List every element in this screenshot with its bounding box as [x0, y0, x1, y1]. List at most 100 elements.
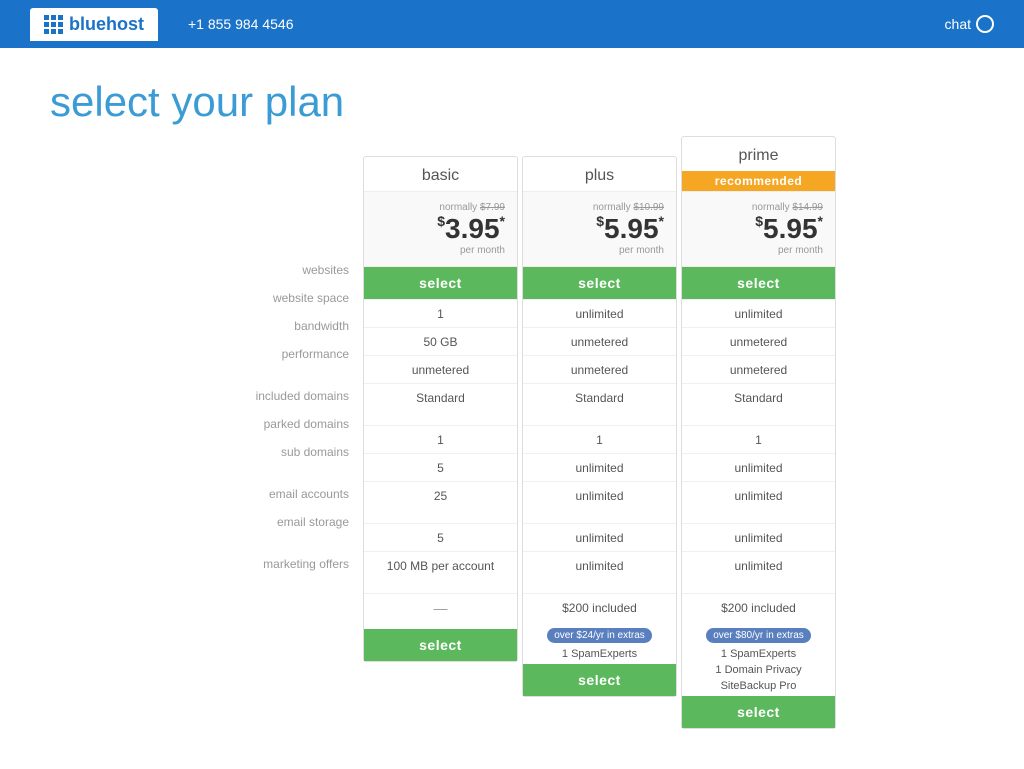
- basic-included-domains: 1: [364, 425, 517, 453]
- logo-grid-icon: [44, 15, 63, 34]
- plan-basic-name: basic: [364, 157, 517, 191]
- plus-spacer1: [523, 411, 676, 425]
- prime-spam-experts: 1 SpamExperts: [688, 646, 829, 662]
- plus-bandwidth: unmetered: [523, 355, 676, 383]
- plan-prime-features: unlimited unmetered unmetered Standard 1…: [682, 299, 835, 621]
- plan-prime-normally: normally $14.99: [694, 202, 823, 213]
- basic-spacer3: [364, 579, 517, 593]
- basic-spacer1: [364, 411, 517, 425]
- label-email-storage: email storage: [186, 508, 361, 536]
- prime-domain-privacy: 1 Domain Privacy: [688, 662, 829, 678]
- prime-spacer2: [682, 509, 835, 523]
- plus-sub-domains: unlimited: [523, 481, 676, 509]
- prime-extras: over $80/yr in extras 1 SpamExperts 1 Do…: [682, 621, 835, 696]
- plus-parked-domains: unlimited: [523, 453, 676, 481]
- plan-basic-asterisk: *: [500, 213, 505, 229]
- prime-marketing: $200 included: [682, 593, 835, 621]
- prime-email-storage: unlimited: [682, 551, 835, 579]
- plan-basic-price: $3.95*: [376, 213, 505, 245]
- label-performance: performance: [186, 340, 361, 368]
- label-spacer1: [186, 368, 361, 382]
- plus-included-domains: 1: [523, 425, 676, 453]
- basic-websites: 1: [364, 299, 517, 327]
- plan-basic-normally: normally $7.99: [376, 202, 505, 213]
- basic-website-space: 50 GB: [364, 327, 517, 355]
- prime-included-domains: 1: [682, 425, 835, 453]
- prime-extras-badge: over $80/yr in extras: [706, 628, 811, 643]
- plans-container: websites website space bandwidth perform…: [40, 156, 984, 729]
- plus-email-accounts: unlimited: [523, 523, 676, 551]
- label-bandwidth: bandwidth: [186, 312, 361, 340]
- label-email-accounts: email accounts: [186, 480, 361, 508]
- plan-basic-features: 1 50 GB unmetered Standard 1 5 25 5 100 …: [364, 299, 517, 621]
- plan-prime-select-top[interactable]: select: [682, 267, 835, 299]
- basic-bandwidth: unmetered: [364, 355, 517, 383]
- plan-basic-select-bottom[interactable]: select: [364, 629, 517, 661]
- header-chat[interactable]: chat: [945, 15, 994, 33]
- plan-plus-select-bottom[interactable]: select: [523, 664, 676, 696]
- plan-prime-name: prime: [682, 137, 835, 171]
- header-phone: +1 855 984 4546: [188, 16, 294, 32]
- label-parked-domains: parked domains: [186, 410, 361, 438]
- plan-plus-price: $5.95*: [535, 213, 664, 245]
- label-included-domains: included domains: [186, 382, 361, 410]
- plan-prime-select-bottom[interactable]: select: [682, 696, 835, 728]
- chat-icon: [976, 15, 994, 33]
- plan-prime-per-month: per month: [694, 245, 823, 256]
- plan-basic-price-box: normally $7.99 $3.95* per month: [364, 191, 517, 267]
- header: bluehost +1 855 984 4546 chat: [0, 0, 1024, 48]
- prime-website-space: unmetered: [682, 327, 835, 355]
- label-sub-domains: sub domains: [186, 438, 361, 466]
- basic-performance: Standard: [364, 383, 517, 411]
- plus-spacer2: [523, 509, 676, 523]
- logo[interactable]: bluehost: [30, 8, 158, 41]
- plan-plus-price-box: normally $10.99 $5.95* per month: [523, 191, 676, 267]
- logo-text: bluehost: [69, 14, 144, 35]
- plan-plus-asterisk: *: [659, 213, 664, 229]
- plus-marketing: $200 included: [523, 593, 676, 621]
- basic-marketing: —: [364, 593, 517, 621]
- plan-prime: prime recommended normally $14.99 $5.95*…: [681, 136, 836, 729]
- feature-labels: websites website space bandwidth perform…: [186, 156, 361, 578]
- prime-sub-domains: unlimited: [682, 481, 835, 509]
- plan-plus-normally: normally $10.99: [535, 202, 664, 213]
- plus-extras: over $24/yr in extras 1 SpamExperts: [523, 621, 676, 664]
- plan-plus-name: plus: [523, 157, 676, 191]
- prime-sitebackup: SiteBackup Pro: [688, 678, 829, 694]
- chat-label: chat: [945, 16, 971, 32]
- basic-parked-domains: 5: [364, 453, 517, 481]
- page-title: select your plan: [40, 78, 984, 126]
- basic-email-storage: 100 MB per account: [364, 551, 517, 579]
- plus-websites: unlimited: [523, 299, 676, 327]
- label-website-space: website space: [186, 284, 361, 312]
- prime-spacer1: [682, 411, 835, 425]
- prime-parked-domains: unlimited: [682, 453, 835, 481]
- label-spacer2: [186, 466, 361, 480]
- plus-performance: Standard: [523, 383, 676, 411]
- prime-websites: unlimited: [682, 299, 835, 327]
- plan-plus: plus normally $10.99 $5.95* per month se…: [522, 156, 677, 697]
- label-websites: websites: [186, 256, 361, 284]
- plan-prime-price-box: normally $14.99 $5.95* per month: [682, 191, 835, 267]
- basic-spacer2: [364, 509, 517, 523]
- plan-basic-select-top[interactable]: select: [364, 267, 517, 299]
- prime-performance: Standard: [682, 383, 835, 411]
- label-marketing-offers: marketing offers: [186, 550, 361, 578]
- prime-bandwidth: unmetered: [682, 355, 835, 383]
- prime-email-accounts: unlimited: [682, 523, 835, 551]
- plan-prime-price: $5.95*: [694, 213, 823, 245]
- label-spacer3: [186, 536, 361, 550]
- main-content: select your plan websites website space …: [0, 48, 1024, 769]
- plan-plus-features: unlimited unmetered unmetered Standard 1…: [523, 299, 676, 621]
- basic-email-accounts: 5: [364, 523, 517, 551]
- prime-spacer3: [682, 579, 835, 593]
- plus-extras-badge: over $24/yr in extras: [547, 628, 652, 643]
- basic-sub-domains: 25: [364, 481, 517, 509]
- plan-plus-per-month: per month: [535, 245, 664, 256]
- plan-basic-per-month: per month: [376, 245, 505, 256]
- plus-website-space: unmetered: [523, 327, 676, 355]
- plus-spam-experts: 1 SpamExperts: [529, 646, 670, 662]
- plan-plus-select-top[interactable]: select: [523, 267, 676, 299]
- plan-prime-recommended: recommended: [682, 171, 835, 191]
- plan-prime-asterisk: *: [818, 213, 823, 229]
